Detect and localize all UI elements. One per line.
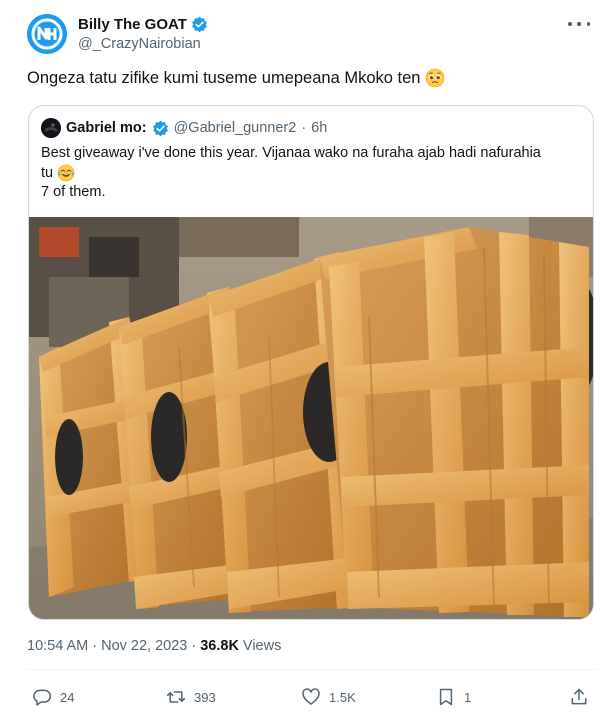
pleading-face-emoji-icon [425,68,445,88]
more-options-icon[interactable] [568,16,590,32]
timestamp-separator-2: · [191,638,197,654]
tweet-text: Ongeza tatu zifike kumi tuseme umepeana … [27,68,445,88]
quote-text-line-1: Best giveaway i've done this year. Vijan… [41,145,541,161]
more-dot [577,22,581,26]
quote-text-line-2-wrap: tu [41,164,581,184]
more-dot [586,22,590,26]
repost-button[interactable]: 393 [166,681,216,713]
author-name-line: Billy The GOAT [78,14,208,34]
tweet-text-content: Ongeza tatu zifike kumi tuseme umepeana … [27,68,421,87]
quote-age: 6h [311,120,328,136]
wooden-carts-photo [29,217,593,619]
views-label: Views [242,638,282,654]
more-dot [568,22,572,26]
quote-header: Gabriel mo: @Gabriel_gunner2 · 6h [41,118,327,138]
tears-of-joy-emoji-icon [57,164,75,182]
quote-author-name: Gabriel mo: [66,120,147,136]
heart-icon [301,687,321,707]
quote-separator: · [301,120,307,136]
bookmark-icon [436,687,456,707]
quoted-tweet[interactable]: Gabriel mo: @Gabriel_gunner2 · 6h Best g… [28,105,594,620]
tweet-timestamp: 10:54 AM · Nov 22, 2023 · 36.8K Views [27,638,281,654]
reply-count: 24 [60,689,75,705]
views-count: 36.8K [200,638,239,654]
tweet-date[interactable]: Nov 22, 2023 [101,638,187,654]
tweet: Billy The GOAT @_CrazyNairobian Ongeza t… [0,0,612,727]
quote-photo[interactable] [29,217,593,619]
quote-verified-badge-icon [152,120,169,137]
share-button[interactable] [569,681,589,713]
author-display-name[interactable]: Billy The GOAT [78,16,187,33]
like-button[interactable]: 1.5K [301,681,356,713]
bookmark-button[interactable]: 1 [436,681,471,713]
quote-author-avatar [41,118,61,138]
quote-author-handle: @Gabriel_gunner2 [173,120,297,136]
repost-icon [166,687,186,707]
quote-body: Best giveaway i've done this year. Vijan… [41,144,581,203]
like-count: 1.5K [329,689,356,705]
divider [27,669,597,670]
action-bar: 24 393 1.5K 1 [0,681,612,713]
timestamp-separator: · [92,638,98,654]
quote-text-line-3: 7 of them. [41,184,106,200]
share-icon [569,687,589,707]
verified-badge-icon [191,16,208,33]
tweet-time[interactable]: 10:54 AM [27,638,88,654]
quote-text-line-2: tu [41,164,54,181]
author-handle[interactable]: @_CrazyNairobian [78,36,201,52]
author-avatar[interactable] [27,14,67,54]
reply-icon [32,687,52,707]
reply-button[interactable]: 24 [32,681,74,713]
bookmark-count: 1 [464,689,472,705]
repost-count: 393 [194,689,216,705]
